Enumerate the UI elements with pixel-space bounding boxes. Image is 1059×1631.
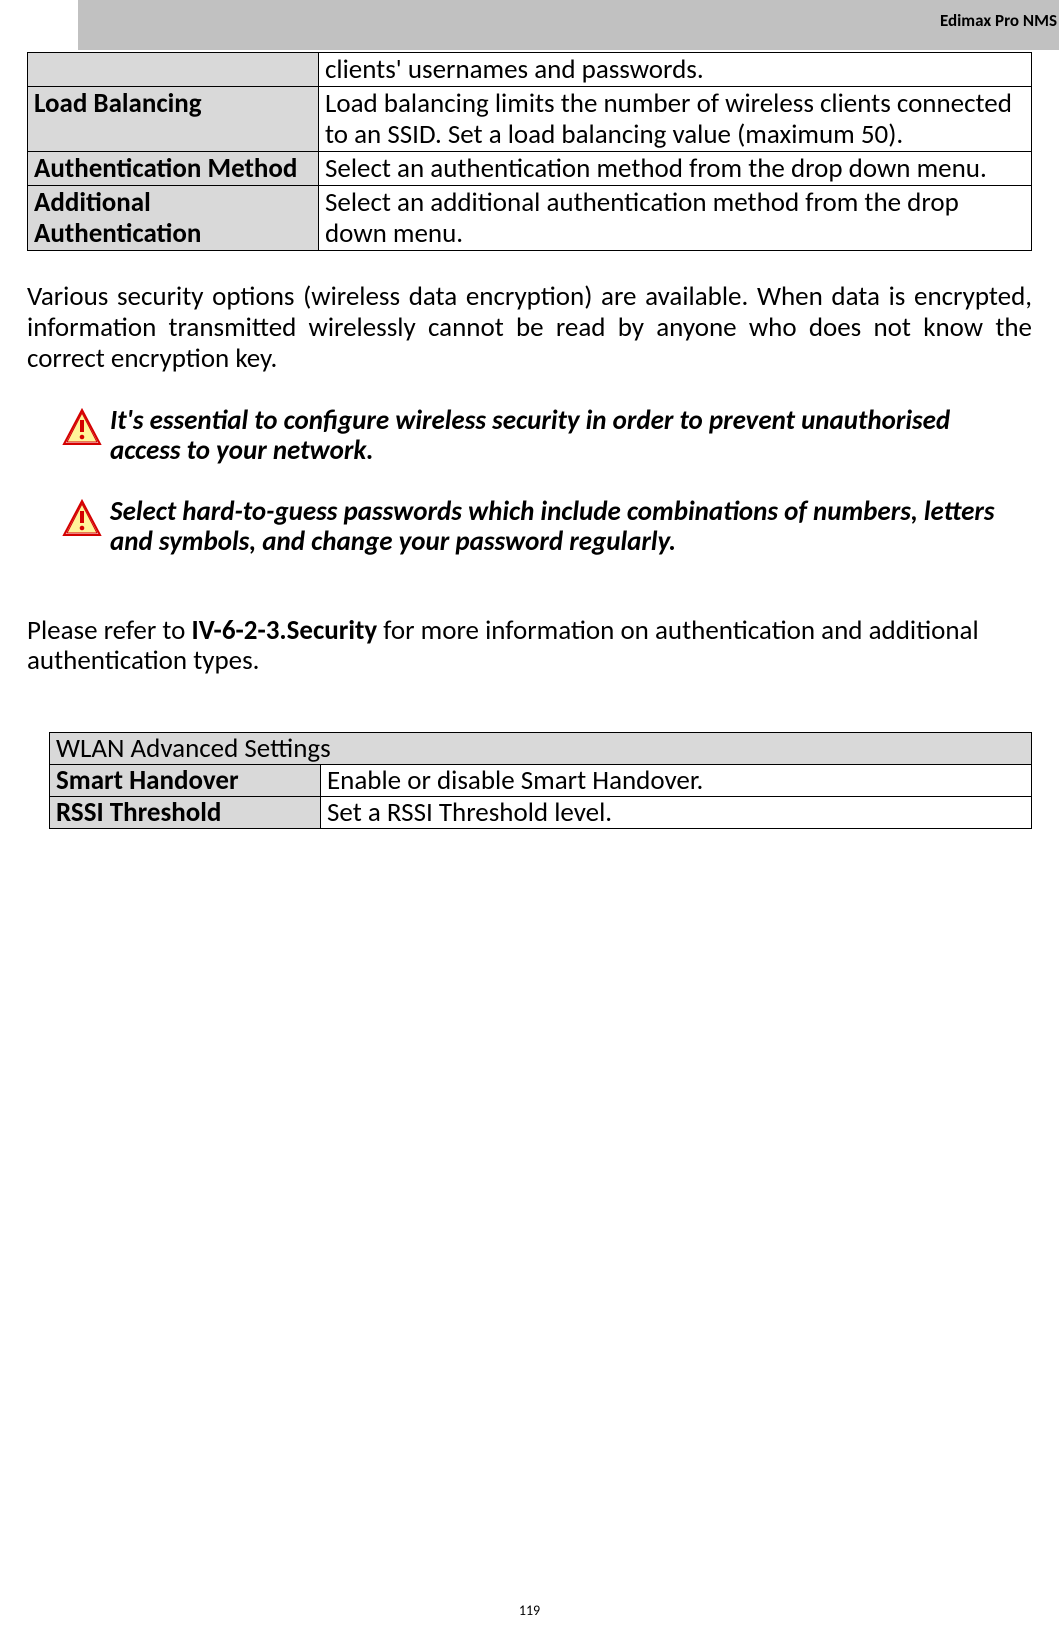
refer-bold: IV-6-2-3.Security — [192, 614, 378, 647]
row-desc: Load balancing limits the number of wire… — [319, 87, 1032, 152]
row-label: RSSI Threshold — [50, 797, 321, 829]
row-label: Smart Handover — [50, 765, 321, 797]
page-number: 119 — [0, 1602, 1059, 1619]
row-desc: Set a RSSI Threshold level. — [321, 797, 1032, 829]
table-row: Authentication Method Select an authenti… — [28, 152, 1032, 186]
row-label: Additional Authentication — [28, 186, 319, 251]
row-desc: Enable or disable Smart Handover. — [321, 765, 1032, 797]
settings-table-2: WLAN Advanced Settings Smart Handover En… — [49, 732, 1032, 829]
warning-block-1: It's essential to configure wireless sec… — [27, 406, 1032, 467]
security-paragraph: Various security options (wireless data … — [27, 282, 1032, 374]
refer-paragraph: Please refer to IV-6-2-3.Security for mo… — [27, 616, 1032, 678]
warning-text: Select hard-to-guess passwords which inc… — [110, 497, 1002, 558]
document-header: Edimax Pro NMS — [940, 10, 1059, 31]
table2-header: WLAN Advanced Settings — [50, 733, 1032, 765]
table-header-row: WLAN Advanced Settings — [50, 733, 1032, 765]
row-label — [28, 53, 319, 87]
page-content: clients' usernames and passwords. Load B… — [0, 0, 1059, 829]
row-desc: Select an additional authentication meth… — [319, 186, 1032, 251]
left-margin-tab — [0, 0, 78, 50]
row-label: Load Balancing — [28, 87, 319, 152]
top-bar — [0, 0, 1059, 50]
warning-text: It's essential to configure wireless sec… — [110, 406, 1002, 467]
warning-icon — [62, 499, 102, 539]
row-desc: Select an authentication method from the… — [319, 152, 1032, 186]
table-row: Additional Authentication Select an addi… — [28, 186, 1032, 251]
row-label: Authentication Method — [28, 152, 319, 186]
refer-pre: Please refer to — [27, 614, 192, 647]
table-row: clients' usernames and passwords. — [28, 53, 1032, 87]
warning-block-2: Select hard-to-guess passwords which inc… — [27, 497, 1032, 558]
row-desc: clients' usernames and passwords. — [319, 53, 1032, 87]
warning-icon — [62, 408, 102, 448]
table-row: RSSI Threshold Set a RSSI Threshold leve… — [50, 797, 1032, 829]
settings-table-1: clients' usernames and passwords. Load B… — [27, 52, 1032, 251]
table-row: Smart Handover Enable or disable Smart H… — [50, 765, 1032, 797]
table-row: Load Balancing Load balancing limits the… — [28, 87, 1032, 152]
